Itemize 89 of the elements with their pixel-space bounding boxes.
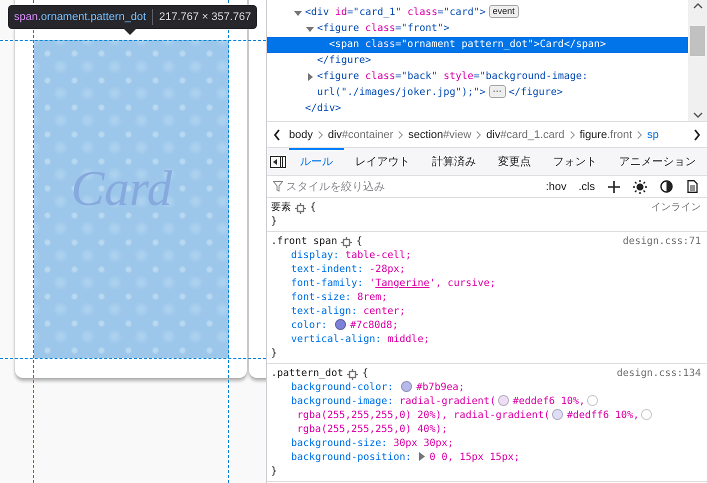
breadcrumb[interactable]: div#card_1.card [484,128,567,140]
sidebar-toggle-icon[interactable] [270,156,286,168]
color-swatch[interactable] [586,395,598,406]
property-value: #7c80d8; [350,320,398,331]
chevron-icon [397,130,404,140]
chevron-left-icon[interactable] [273,128,281,140]
crosshair-icon[interactable] [341,236,352,248]
color-swatch[interactable] [335,319,346,330]
rule-source-link[interactable]: インライン [651,201,701,215]
close-brace: } [271,466,278,477]
crosshair-icon[interactable] [347,368,358,380]
property-name[interactable]: background-size: [291,438,388,449]
panel-tab[interactable]: 計算済み [421,148,487,175]
markup-line[interactable]: <figure class="front"> [317,21,458,37]
panel-tab[interactable]: 変更点 [487,148,542,175]
scroll-down-icon[interactable] [692,112,702,119]
color-swatch[interactable] [498,395,509,406]
property-value: 0 0, 15px 15px; [429,452,520,463]
event-badge[interactable]: event [488,5,519,18]
property-value: ' [369,278,376,289]
markup-line[interactable]: <figure class="back" style="background-image: url("./images/joker.jpg");"> ⋯ </figure> [317,69,688,101]
sun-icon[interactable] [631,178,649,196]
color-swatch[interactable] [641,409,652,420]
property-name[interactable]: color: [291,320,328,331]
property-value: 8rem; [357,292,388,303]
open-brace: { [356,235,362,249]
property-value: #b7b9ea; [416,382,465,393]
breadcrumb[interactable]: sp [645,128,661,140]
scrollbar-thumb[interactable] [690,26,705,56]
rule-selector: 要素 [271,201,291,215]
crosshair-icon[interactable] [295,202,306,214]
panel-tab[interactable]: アニメーション [608,148,707,175]
toggle-button[interactable]: :hov [544,180,568,192]
rule-source-link[interactable]: design.css:134 [616,367,701,381]
property-value: rgba(255,255,255,0) 40%); [297,424,448,435]
property-name[interactable]: font-family: [291,278,364,289]
chevron-icon [475,130,482,140]
toggle-button[interactable]: .cls [576,180,597,192]
property-name[interactable]: text-align: [291,306,358,317]
property-name[interactable]: display: [291,250,340,261]
expand-triangle-icon[interactable] [418,452,426,461]
property-name[interactable]: vertical-align: [291,334,382,345]
tooltip-tag: span [14,11,38,23]
scrollbar[interactable] [688,0,707,121]
font-link[interactable]: Tangerine [375,278,430,289]
filter-icon [273,181,283,192]
panel-tab[interactable]: ルール [289,148,344,175]
color-swatch[interactable] [401,381,412,392]
property-value: radial-gradient( [399,396,496,407]
rule-selector: .pattern_dot [271,367,344,381]
markup-line[interactable]: </div> [305,101,350,117]
markup-line[interactable]: </figure> [317,53,380,69]
color-swatch[interactable] [552,409,563,420]
chevron-icon [568,130,576,140]
property-name[interactable]: background-image: [291,396,394,407]
panel-tab[interactable]: レイアウト [344,148,421,175]
chevron-right-icon[interactable] [693,128,701,140]
property-value: rgba(255,255,255,0) 20%), radial-gradient( [297,410,550,421]
property-value: #eddef6 10%, [512,396,585,407]
breadcrumb[interactable]: div#container [326,128,396,140]
filter-field[interactable]: スタイルを絞り込み [273,180,536,192]
property-name[interactable]: text-indent: [291,264,364,275]
breadcrumb[interactable]: figure.front [578,128,634,140]
panel-tab[interactable]: フォント [542,148,608,175]
breadcrumb[interactable]: body [287,128,315,140]
property-value: 30px 30px; [393,438,454,449]
event-badge[interactable]: ⋯ [488,85,506,98]
rule-selector: .front span [271,235,338,249]
property-value: center; [363,306,406,317]
property-value: middle; [387,334,430,345]
tooltip-classes: .ornament.pattern_dot [38,11,146,23]
chevron-icon [636,130,644,140]
open-brace: { [362,367,368,381]
property-value: #dedff6 10%, [566,410,640,421]
open-brace: { [310,201,316,215]
chevron-icon [316,130,324,140]
scroll-up-icon[interactable] [692,2,702,9]
close-brace: } [271,216,278,227]
property-name[interactable]: background-color: [291,382,394,393]
property-name[interactable]: background-position: [291,452,412,463]
property-value: -28px; [369,264,406,275]
rule-source-link[interactable]: design.css:71 [622,235,701,249]
property-name[interactable]: font-size: [291,292,352,303]
close-brace: } [271,348,278,359]
tooltip-size: 217.767 × 357.767 [159,11,252,23]
property-value: table-cell; [345,250,412,261]
breadcrumb[interactable]: section#view [406,128,474,140]
markup-line[interactable]: <div id="card_1" class="card"> event [305,5,530,21]
property-value: ', cursive; [430,278,496,289]
